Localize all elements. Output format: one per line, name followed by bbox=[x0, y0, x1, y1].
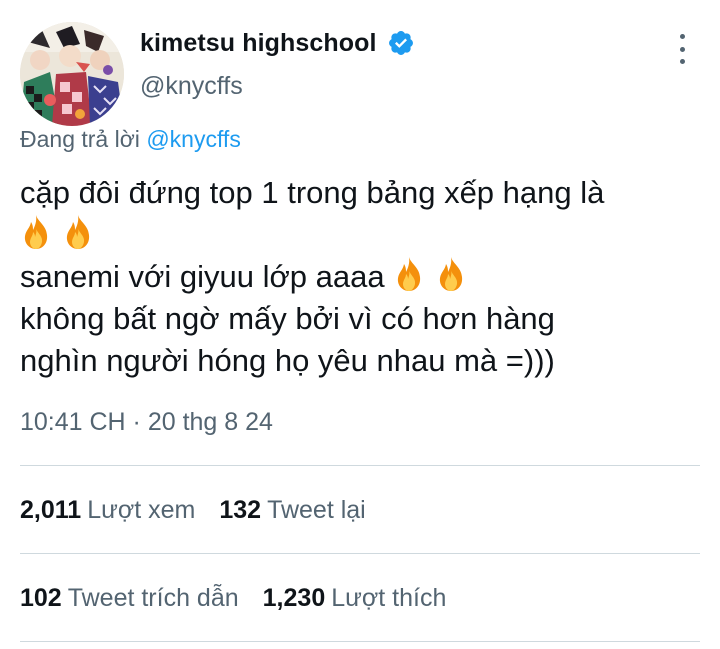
views-count: 2,011 bbox=[20, 496, 82, 524]
tweet-line-4: không bất ngờ mấy bởi vì có hơn hàng bbox=[20, 301, 555, 336]
reply-context: Đang trả lời @knycffs bbox=[20, 126, 241, 153]
tweet-header: kimetsu highschool @knycffs bbox=[20, 22, 700, 126]
divider bbox=[20, 553, 700, 554]
display-name-row: kimetsu highschool bbox=[140, 26, 415, 60]
tweet-line-3-text: sanemi với giyuu lớp aaaa bbox=[20, 259, 385, 294]
verified-badge-icon bbox=[387, 29, 415, 57]
divider bbox=[20, 641, 700, 642]
reply-mention-link[interactable]: @knycffs bbox=[146, 126, 241, 152]
quotes-stat[interactable]: 102 Tweet trích dẫn bbox=[20, 584, 239, 613]
retweets-stat[interactable]: 132 Tweet lại bbox=[219, 496, 365, 525]
reply-prefix: Đang trả lời bbox=[20, 126, 140, 152]
tweet-line-1: cặp đôi đứng top 1 trong bảng xếp hạng l… bbox=[20, 175, 605, 210]
more-vertical-icon[interactable] bbox=[672, 32, 692, 66]
retweets-count: 132 bbox=[219, 496, 262, 524]
display-name[interactable]: kimetsu highschool bbox=[140, 29, 377, 58]
fire-emoji-icon bbox=[435, 256, 467, 292]
author-names: kimetsu highschool @knycffs bbox=[140, 26, 415, 101]
stats-row-1: 2,011 Lượt xem 132 Tweet lại bbox=[20, 496, 390, 525]
tweet-line-3: sanemi với giyuu lớp aaaa bbox=[20, 256, 710, 298]
views-label: Lượt xem bbox=[87, 496, 196, 524]
divider bbox=[20, 465, 700, 466]
likes-label: Lượt thích bbox=[331, 584, 447, 612]
fire-emoji-icon bbox=[62, 214, 94, 250]
tweet-line-2 bbox=[20, 214, 710, 256]
fire-emoji-icon bbox=[20, 214, 52, 250]
tweet-line-5: nghìn người hóng họ yêu nhau mà =))) bbox=[20, 343, 555, 378]
quotes-count: 102 bbox=[20, 584, 62, 612]
stats-row-2: 102 Tweet trích dẫn 1,230 Lượt thích bbox=[20, 584, 470, 613]
likes-count: 1,230 bbox=[262, 584, 326, 612]
fire-emoji-icon bbox=[393, 256, 425, 292]
quotes-label: Tweet trích dẫn bbox=[67, 584, 239, 612]
retweets-label: Tweet lại bbox=[267, 496, 366, 524]
author-handle[interactable]: @knycffs bbox=[140, 72, 415, 101]
tweet-timestamp[interactable]: 10:41 CH · 20 thg 8 24 bbox=[20, 408, 273, 437]
likes-stat[interactable]: 1,230 Lượt thích bbox=[263, 584, 447, 613]
views-stat: 2,011 Lượt xem bbox=[20, 496, 195, 525]
tweet-text: cặp đôi đứng top 1 trong bảng xếp hạng l… bbox=[20, 172, 710, 382]
avatar[interactable] bbox=[20, 22, 124, 126]
